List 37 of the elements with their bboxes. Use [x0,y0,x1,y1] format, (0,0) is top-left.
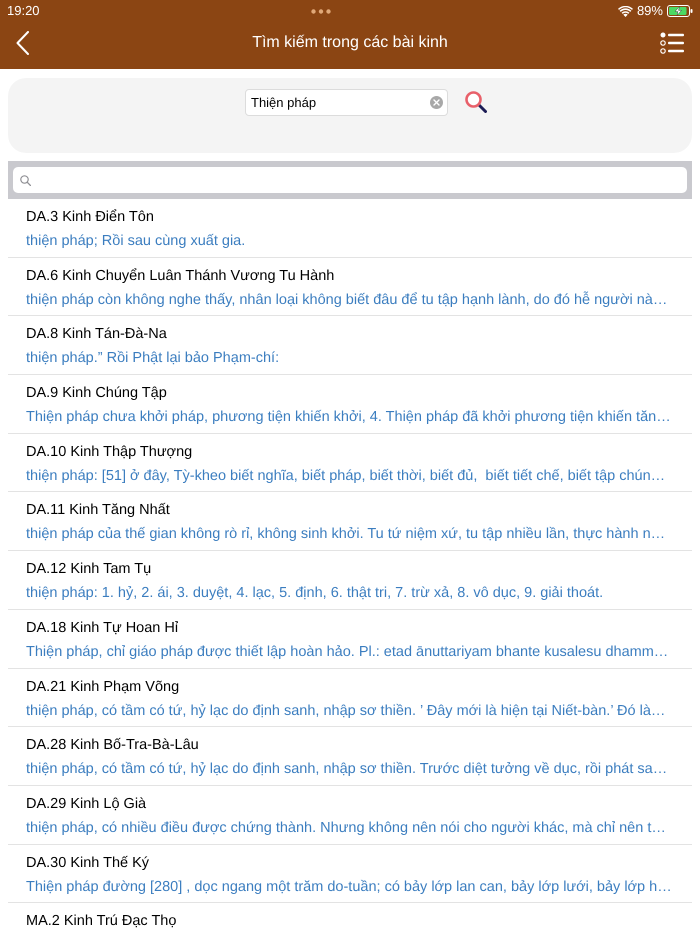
result-title[interactable]: DA.6 Kinh Chuyển Luân Thánh Vương Tu Hành [26,266,334,285]
result-title[interactable]: DA.12 Kinh Tam Tụ [26,560,152,578]
battery-charging-icon [666,5,693,17]
result-title[interactable]: DA.30 Kinh Thế Ký [26,854,150,872]
result-title[interactable]: DA.9 Kinh Chúng Tập [26,384,167,402]
search-input[interactable]: Thiện pháp [245,89,448,116]
result-snippet: thiện pháp: 1. hỷ, 2. ái, 3. duyệt, 4. lạc, 5. định, 6. thật tri, 7. trừ xả, 8. vô dục, 9. giải thoát. [26,584,604,602]
dots-icon [311,8,332,14]
page-title: Tìm kiếm trong các bài kinh [251,33,449,53]
result-title[interactable]: DA.11 Kinh Tăng Nhất [26,501,170,520]
result-snippet: thiện pháp, có tầm có tứ, hỷ lạc do định sanh, nhập sơ thiền. Trước diệt tưởng về dục, rồi phát sa… [26,760,668,778]
result-title[interactable]: DA.10 Kinh Thập Thượng [26,442,192,461]
status-time: 19:20 [7,3,40,19]
menu-list-icon[interactable] [660,32,684,54]
result-title[interactable]: DA.8 Kinh Tán-Đà-Na [26,325,167,344]
result-title[interactable]: MA.2 Kinh Trú Đạc Thọ [26,912,176,930]
result-snippet: thiện pháp: [51] ở đây, Tỳ-kheo biết nghĩa, biết pháp, biết thời, biết đủ, biết tiết chế, biết tập chún… [26,466,666,485]
search-icon[interactable] [465,91,487,113]
result-title[interactable]: DA.3 Kinh Điển Tôn [26,208,154,226]
result-title[interactable]: DA.21 Kinh Phạm Võng [26,678,180,696]
search-icon [20,174,31,186]
result-snippet: thiện pháp, có nhiều điều được chứng thành. Nhưng không nên nói cho người khác, mà chỉ nên t… [26,818,666,837]
result-snippet: thiện pháp của thế gian không rò rỉ, không sinh khởi. Tu tứ niệm xứ, tu tập nhiều lần, thực hành n… [26,525,666,544]
result-snippet: Thiện pháp chưa khởi pháp, phương tiện khiến khởi, 4. Thiện pháp đã khởi phương tiện khiến tăn… [26,408,671,426]
wifi-icon [618,6,633,16]
battery-percent: 89% [636,3,663,19]
result-snippet: Thiện pháp, chỉ giáo pháp được thiết lập hoàn hảo. Pl.: etad ānuttariyam bhante kusalesu dhamm… [26,642,668,661]
back-chevron-icon[interactable] [16,31,29,55]
result-snippet: Thiện pháp đường [280] , dọc ngang một trăm do-tuần; có bảy lớp lan can, bảy lớp lưới, bảy lớp h… [26,878,672,896]
result-snippet: thiện pháp.” Rồi Phật lại bảo Phạm-chí: [26,349,280,368]
filter-field[interactable] [13,167,687,193]
result-snippet: thiện pháp, có tầm có tứ, hỷ lạc do định sanh, nhập sơ thiền. ’ Đây mới là hiện tại Niết-bàn.’ Đó là… [26,702,666,720]
result-title[interactable]: DA.29 Kinh Lộ Già [26,794,146,813]
result-snippet: thiện pháp còn không nghe thấy, nhân loại không biết đâu để tu tập hạnh lành, do đó hễ người nà… [26,290,668,309]
result-snippet: thiện pháp; Rồi sau cùng xuất gia. [26,232,246,250]
result-title[interactable]: DA.28 Kinh Bố-Tra-Bà-Lâu [26,736,199,754]
result-title[interactable]: DA.18 Kinh Tự Hoan Hỉ [26,618,178,637]
